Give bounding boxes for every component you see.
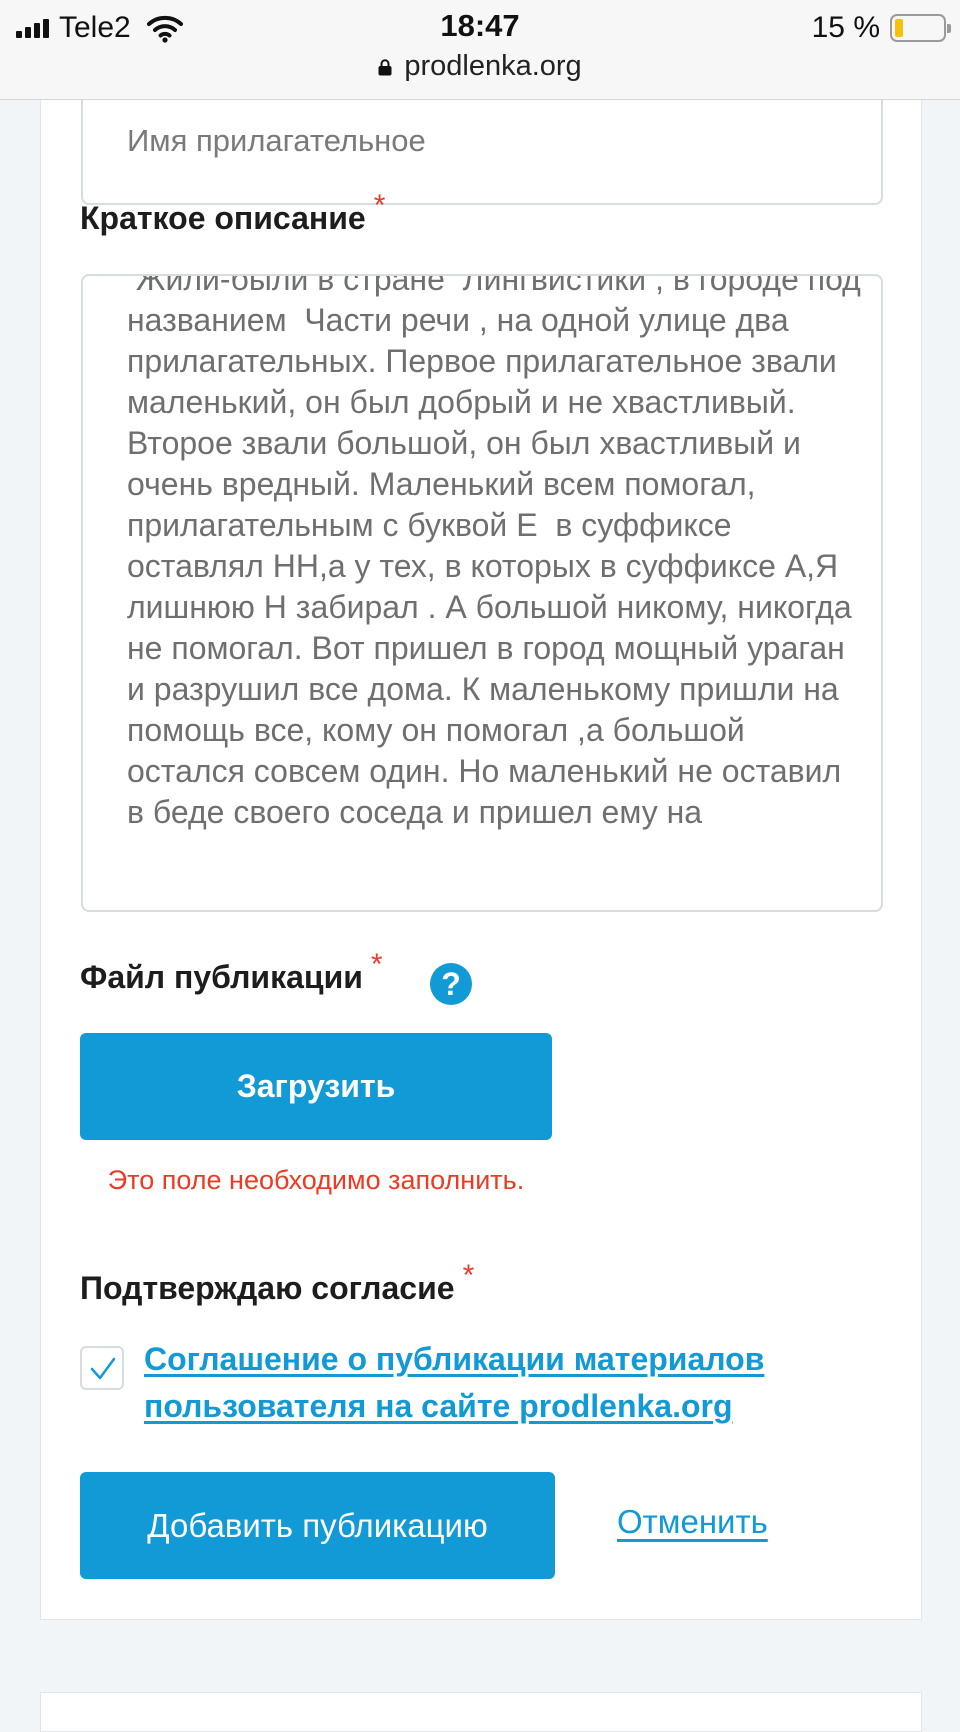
- lock-icon: [378, 59, 392, 76]
- description-textarea[interactable]: Жили-были в стране Лингвистики , в город…: [81, 274, 883, 912]
- description-label: Краткое описание *: [80, 189, 386, 236]
- required-mark: *: [370, 948, 383, 981]
- url-text: prodlenka.org: [404, 50, 582, 82]
- status-right: 15 %: [811, 10, 951, 46]
- required-mark: *: [373, 189, 386, 222]
- consent-checkbox[interactable]: [80, 1346, 124, 1390]
- title-input-value: Имя прилагательное: [127, 123, 426, 158]
- agreement-link[interactable]: Соглашение о публикации материалов польз…: [144, 1336, 864, 1430]
- status-bar: Tele2 18:47 15 % prodlenka.org: [0, 0, 960, 100]
- upload-button[interactable]: Загрузить: [80, 1033, 552, 1140]
- battery-percent: 15 %: [811, 11, 880, 44]
- next-section: [40, 1692, 922, 1732]
- required-mark: *: [462, 1259, 475, 1292]
- upload-error-message: Это поле необходимо заполнить.: [107, 1165, 525, 1195]
- help-icon[interactable]: ?: [430, 963, 472, 1005]
- publication-form: Имя прилагательное Краткое описание * Жил…: [40, 60, 922, 1620]
- address-bar[interactable]: prodlenka.org: [0, 50, 960, 83]
- file-label: Файл публикации *: [80, 948, 383, 995]
- title-input[interactable]: Имя прилагательное: [81, 100, 883, 205]
- description-text: Жили-были в стране Лингвистики , в город…: [127, 274, 870, 830]
- cancel-link[interactable]: Отменить: [617, 1503, 768, 1541]
- consent-label: Подтверждаю согласие *: [80, 1259, 475, 1306]
- add-publication-button[interactable]: Добавить публикацию: [80, 1472, 555, 1579]
- checkmark-icon: [90, 1357, 116, 1380]
- battery-icon: [890, 14, 951, 42]
